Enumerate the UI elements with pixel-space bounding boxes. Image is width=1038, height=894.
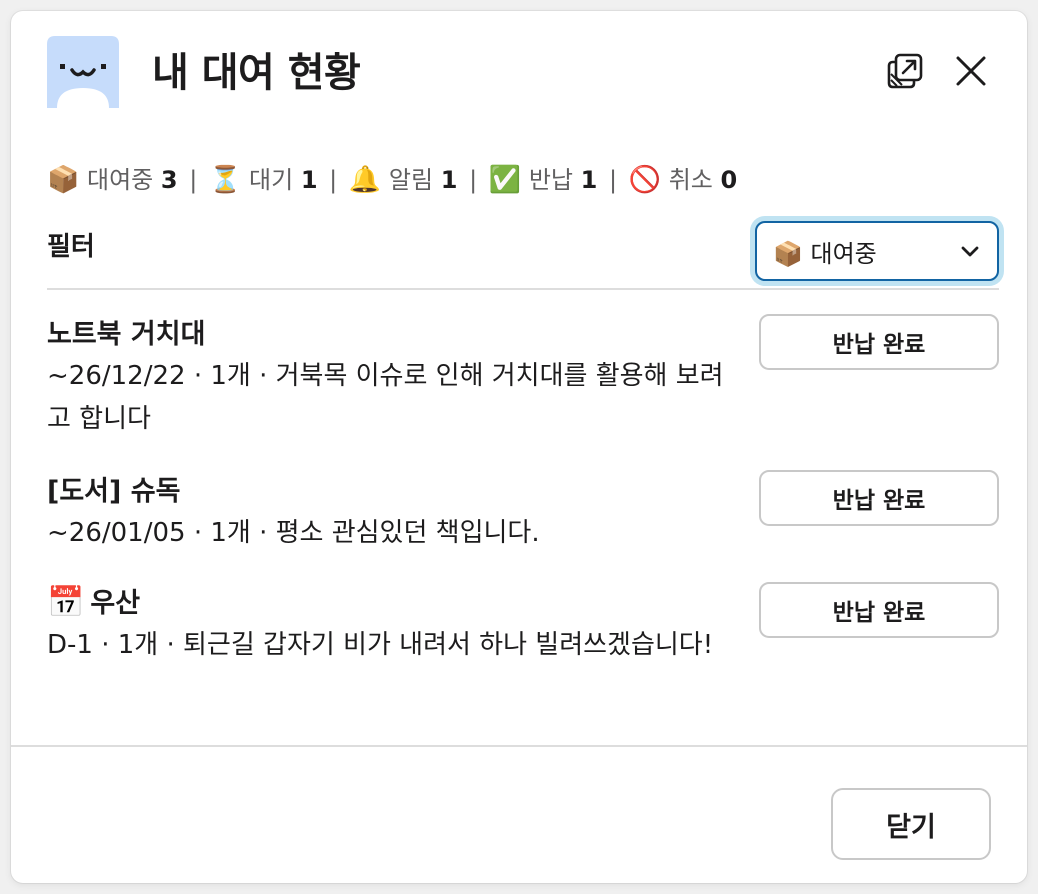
chevron-down-icon <box>961 246 979 257</box>
summary-item-renting: 📦 대여중 3 <box>47 165 178 195</box>
summary-item-waiting: ⏳ 대기 1 <box>208 165 318 195</box>
filter-label: 필터 <box>47 232 95 262</box>
hourglass-icon: ⏳ <box>208 165 242 195</box>
rental-item: 📅 우산 D-1 · 1개 · 퇴근길 갑자기 비가 내려서 하나 빌려쓰겠습니다… <box>47 583 747 667</box>
check-icon: ✅ <box>488 165 522 195</box>
close-x-button[interactable] <box>951 51 991 91</box>
bell-icon: 🔔 <box>348 165 382 195</box>
footer-divider <box>11 745 1027 747</box>
rental-status-modal: 내 대여 현황 📦 대여중 3 | ⏳ 대기 1 | 🔔 알림 1 | ✅ 반납 <box>11 11 1027 883</box>
no-entry-icon: 🚫 <box>628 165 662 195</box>
status-summary: 📦 대여중 3 | ⏳ 대기 1 | 🔔 알림 1 | ✅ 반납 1 | 🚫 취… <box>47 165 738 195</box>
modal-title: 내 대여 현황 <box>152 50 361 96</box>
filter-selected-value: 📦 대여중 <box>773 239 877 268</box>
summary-item-alert: 🔔 알림 1 <box>348 165 458 195</box>
return-button[interactable]: 반납 완료 <box>759 470 999 526</box>
rental-desc: D-1 · 1개 · 퇴근길 갑자기 비가 내려서 하나 빌려쓰겠습니다! <box>47 630 714 660</box>
summary-item-returned: ✅ 반납 1 <box>488 165 598 195</box>
calendar-icon: 📅 <box>47 585 85 620</box>
rental-desc: ~26/01/05 · 1개 · 평소 관심있던 책입니다. <box>47 518 540 548</box>
rental-title: [도서] 슈독 <box>47 476 181 507</box>
rental-title: 노트북 거치대 <box>47 319 206 350</box>
close-button[interactable]: 닫기 <box>831 788 991 860</box>
popout-icon <box>887 53 923 89</box>
rental-title: 📅 우산 <box>47 585 141 620</box>
return-button[interactable]: 반납 완료 <box>759 582 999 638</box>
rental-item: 노트북 거치대 ~26/12/22 · 1개 · 거북목 이슈로 인해 거치대를… <box>47 315 747 441</box>
return-button[interactable]: 반납 완료 <box>759 314 999 370</box>
face-icon <box>47 36 119 108</box>
package-icon: 📦 <box>47 165 80 195</box>
close-icon <box>956 56 986 86</box>
rental-item: [도서] 슈독 ~26/01/05 · 1개 · 평소 관심있던 책입니다. <box>47 472 747 555</box>
popout-button[interactable] <box>885 51 925 91</box>
rental-desc: ~26/12/22 · 1개 · 거북목 이슈로 인해 거치대를 활용해 보려고… <box>47 361 724 434</box>
filter-select[interactable]: 📦 대여중 <box>755 221 999 281</box>
summary-item-cancelled: 🚫 취소 0 <box>628 165 738 195</box>
divider <box>47 288 999 290</box>
